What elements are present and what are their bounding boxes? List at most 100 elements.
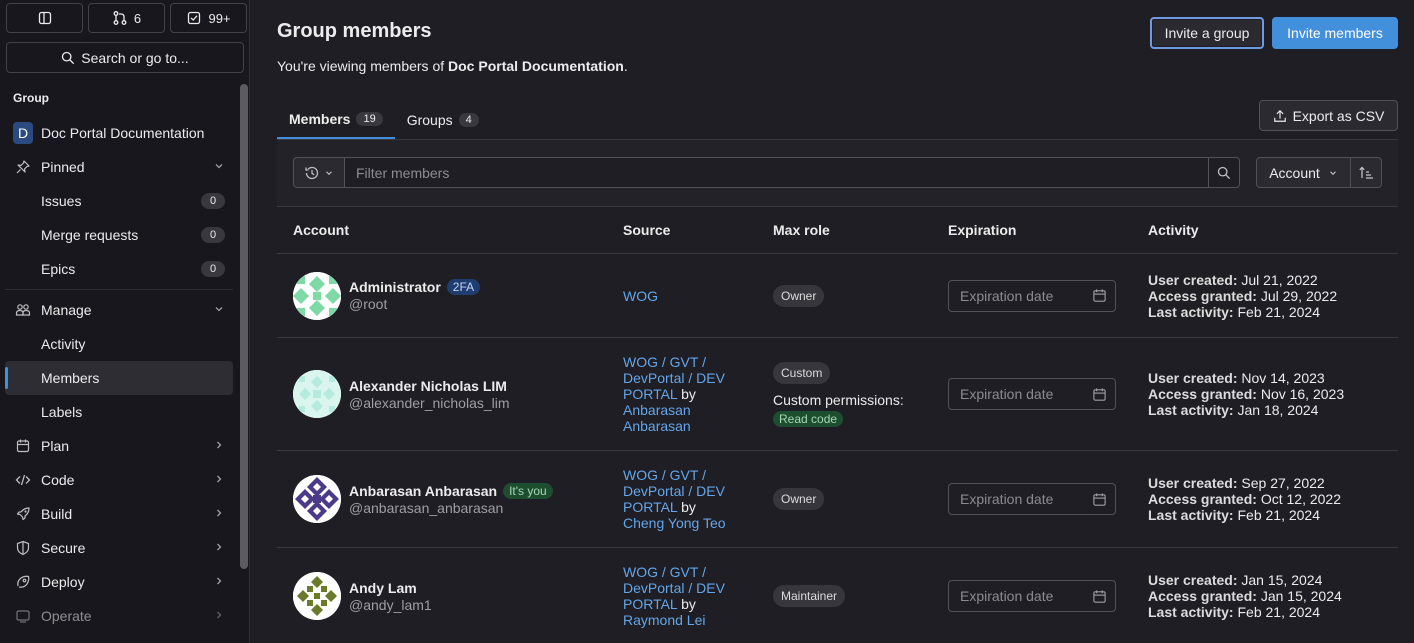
sidebar-item-merge-requests[interactable]: Merge requests 0 <box>5 218 233 252</box>
member-name-link[interactable]: Anbarasan Anbarasan <box>349 483 497 499</box>
account-cell: Alexander Nicholas LIM @alexander_nichol… <box>277 370 623 418</box>
subtitle-suffix: . <box>623 58 628 74</box>
tab-label: Groups <box>406 111 453 128</box>
sidebar-item-label: Plan <box>41 438 70 454</box>
member-name-link[interactable]: Alexander Nicholas LIM <box>349 378 507 394</box>
sidebar-item-plan[interactable]: Plan <box>5 429 233 463</box>
expiration-date-input[interactable]: Expiration date <box>948 580 1116 612</box>
source-link-line[interactable]: WOG / GVT / <box>623 564 706 580</box>
filter-members-input[interactable] <box>344 157 1209 188</box>
account-cell: Andy Lam @andy_lam1 <box>277 572 623 620</box>
header-account[interactable]: Account <box>277 222 623 238</box>
chevron-down-icon <box>213 159 225 175</box>
source-link-line[interactable]: PORTAL <box>623 386 677 402</box>
subtitle-group-name: Doc Portal Documentation <box>448 58 624 74</box>
inviter-link[interactable]: Raymond Lei <box>623 612 706 628</box>
source-link-line[interactable]: PORTAL <box>623 596 677 612</box>
epics-count: 0 <box>201 261 225 277</box>
sidebar-item-pinned[interactable]: Pinned <box>5 150 233 184</box>
sidebar-item-label: Merge requests <box>41 227 139 243</box>
sidebar-item-deploy[interactable]: Deploy <box>5 565 233 599</box>
sidebar-item-label: Operate <box>41 608 92 624</box>
sidebar-item-build[interactable]: Build <box>5 497 233 531</box>
role-badge: Owner <box>773 488 825 510</box>
avatar[interactable] <box>293 572 341 620</box>
search-button[interactable]: Search or go to... <box>6 42 244 73</box>
sort-by-dropdown[interactable]: Account <box>1256 157 1351 188</box>
avatar[interactable] <box>293 475 341 523</box>
sidebar-item-issues[interactable]: Issues 0 <box>5 184 233 218</box>
expiration-placeholder: Expiration date <box>960 287 1054 304</box>
sidebar-icon <box>37 10 53 26</box>
expiration-date-input[interactable]: Expiration date <box>948 279 1116 312</box>
sidebar-item-code[interactable]: Code <box>5 463 233 497</box>
sidebar-item-epics[interactable]: Epics 0 <box>5 252 233 286</box>
sidebar-toggle-button[interactable] <box>6 3 83 33</box>
recent-searches-button[interactable] <box>293 157 345 188</box>
source-cell: WOG / GVT / DevPortal / DEV PORTAL by Ch… <box>623 467 773 531</box>
sidebar-item-label: Epics <box>41 261 76 277</box>
sort-ascending-icon <box>1358 165 1374 181</box>
sort-direction-button[interactable] <box>1350 157 1382 188</box>
sidebar-item-label: Secure <box>41 540 86 556</box>
export-icon <box>1273 109 1287 123</box>
subtitle-prefix: You're viewing members of <box>277 58 449 74</box>
user-created-label: User created: <box>1148 572 1238 588</box>
source-link[interactable]: WOG <box>623 288 658 304</box>
access-granted-label: Access granted: <box>1148 588 1257 604</box>
member-name-link[interactable]: Administrator <box>349 279 441 295</box>
merge-requests-count: 0 <box>201 227 225 243</box>
source-link-line[interactable]: PORTAL <box>623 499 677 515</box>
member-username: @andy_lam1 <box>349 596 432 613</box>
todos-button[interactable]: 99+ <box>170 3 247 33</box>
export-label: Export as CSV <box>1292 107 1385 124</box>
source-link-line[interactable]: WOG / GVT / <box>623 467 706 483</box>
user-created-date: Sep 27, 2022 <box>1241 475 1325 491</box>
source-link-line[interactable]: DevPortal / DEV <box>623 370 725 386</box>
sidebar-item-group[interactable]: D Doc Portal Documentation <box>5 116 233 150</box>
inviter-link[interactable]: Cheng Yong Teo <box>623 515 726 531</box>
role-cell: Owner <box>773 284 948 307</box>
tab-members[interactable]: Members 19 <box>277 100 395 139</box>
member-name-link[interactable]: Andy Lam <box>349 580 417 596</box>
sidebar-item-secure[interactable]: Secure <box>5 531 233 565</box>
users-icon <box>13 302 33 318</box>
merge-requests-count: 6 <box>133 10 142 26</box>
activity-cell: User created: Jan 15, 2024 Access grante… <box>1148 572 1398 620</box>
export-csv-button[interactable]: Export as CSV <box>1259 100 1398 131</box>
expiration-date-input[interactable]: Expiration date <box>948 483 1116 515</box>
source-link-line[interactable]: DevPortal / DEV <box>623 483 725 499</box>
chevron-down-icon <box>324 168 334 178</box>
avatar[interactable] <box>293 271 341 320</box>
sidebar-scrollbar[interactable] <box>240 84 248 569</box>
activity-cell: User created: Sep 27, 2022 Access grante… <box>1148 475 1398 523</box>
sidebar-item-members[interactable]: Members <box>5 361 233 395</box>
source-by-text: by <box>677 596 696 612</box>
twofa-badge: 2FA <box>446 279 481 295</box>
source-by-text: by <box>677 386 696 402</box>
inviter-link[interactable]: Anbarasan <box>623 402 691 418</box>
sidebar-item-manage[interactable]: Manage <box>5 293 233 327</box>
inviter-link[interactable]: Anbarasan <box>623 418 691 434</box>
role-cell: Maintainer <box>773 585 948 607</box>
avatar[interactable] <box>293 370 341 418</box>
tab-groups[interactable]: Groups 4 <box>395 100 491 139</box>
source-link-line[interactable]: DevPortal / DEV <box>623 580 725 596</box>
expiration-placeholder: Expiration date <box>960 588 1054 604</box>
invite-group-button[interactable]: Invite a group <box>1150 17 1264 49</box>
merge-requests-button[interactable]: 6 <box>88 3 165 33</box>
filter-search-button[interactable] <box>1208 157 1240 188</box>
source-link-line[interactable]: WOG / GVT / <box>623 354 706 370</box>
invite-members-button[interactable]: Invite members <box>1272 17 1398 49</box>
expiration-date-input[interactable]: Expiration date <box>948 378 1116 410</box>
sidebar-item-label: Code <box>41 472 75 488</box>
sidebar-item-activity[interactable]: Activity <box>5 327 233 361</box>
role-badge: Custom <box>773 361 831 384</box>
account-cell: Anbarasan Anbarasan It's you @anbarasan_… <box>277 475 623 523</box>
plan-icon <box>13 438 33 454</box>
user-created-label: User created: <box>1148 475 1238 491</box>
sidebar-item-operate[interactable]: Operate <box>5 599 233 633</box>
sidebar-item-label: Pinned <box>41 159 85 175</box>
sidebar-item-labels[interactable]: Labels <box>5 395 233 429</box>
source-cell: WOG / GVT / DevPortal / DEV PORTAL by Ra… <box>623 564 773 628</box>
